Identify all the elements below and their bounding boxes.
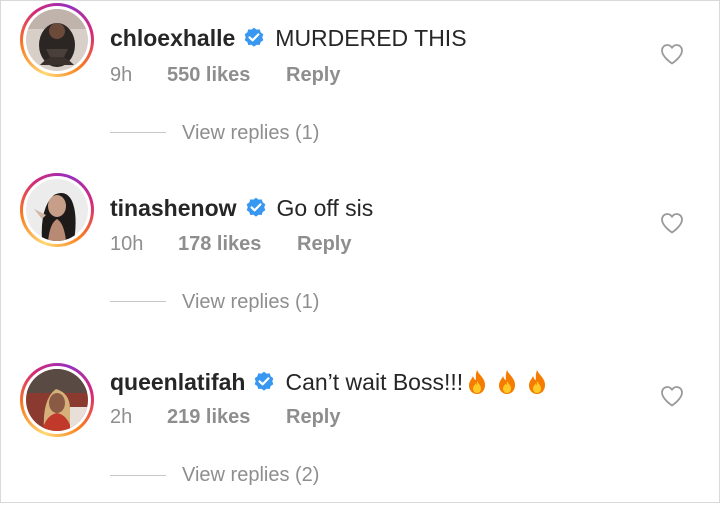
username-link[interactable]: tinashenow bbox=[110, 194, 237, 222]
reply-button[interactable]: Reply bbox=[286, 63, 340, 87]
fire-emoji-icon bbox=[525, 369, 549, 395]
view-replies-divider bbox=[110, 301, 166, 302]
view-replies-button[interactable]: View replies (2) bbox=[182, 463, 319, 487]
likes-count[interactable]: 550 likes bbox=[167, 63, 286, 87]
avatar-photo bbox=[26, 179, 88, 241]
view-replies-button[interactable]: View replies (1) bbox=[182, 121, 319, 145]
comment-text: Can’t wait Boss!!! bbox=[285, 369, 464, 395]
reply-button[interactable]: Reply bbox=[286, 405, 340, 429]
comment-meta: 10h 178 likes Reply bbox=[110, 232, 351, 256]
avatar-photo bbox=[26, 9, 88, 71]
view-replies-divider bbox=[110, 132, 166, 133]
username-link[interactable]: queenlatifah bbox=[110, 368, 245, 396]
comment-time: 2h bbox=[110, 406, 133, 428]
username-link[interactable]: chloexhalle bbox=[110, 24, 235, 52]
comment-line: queenlatifah Can’t wait Boss!!! bbox=[110, 368, 555, 396]
avatar[interactable] bbox=[20, 173, 94, 247]
comment-text: MURDERED THIS bbox=[275, 25, 467, 51]
comment-item: tinashenow Go off sis 10h 178 likes Reply … bbox=[0, 170, 720, 340]
comment-item: queenlatifah Can’t wait Boss!!! 2h 219 l… bbox=[0, 340, 720, 510]
comment-meta: 9h 550 likes Reply bbox=[110, 63, 340, 87]
comment-meta: 2h 219 likes Reply bbox=[110, 405, 340, 429]
heart-outline-icon[interactable] bbox=[660, 212, 684, 234]
fire-emoji-icon bbox=[495, 369, 519, 395]
comment-time: 9h bbox=[110, 64, 133, 86]
fire-emoji-icon bbox=[465, 369, 489, 395]
comment-text: Go off sis bbox=[276, 195, 374, 221]
fire-emoji-group bbox=[465, 369, 555, 395]
likes-count[interactable]: 178 likes bbox=[178, 232, 297, 256]
avatar[interactable] bbox=[20, 363, 94, 437]
view-replies-button[interactable]: View replies (1) bbox=[182, 290, 319, 314]
comment-time: 10h bbox=[110, 233, 144, 255]
avatar-photo bbox=[26, 369, 88, 431]
comment-line: tinashenow Go off sis bbox=[110, 194, 373, 222]
comment-item: chloexhalle MURDERED THIS 9h 550 likes Rep… bbox=[0, 0, 720, 170]
heart-outline-icon[interactable] bbox=[660, 43, 684, 65]
likes-count[interactable]: 219 likes bbox=[167, 405, 286, 429]
comment-line: chloexhalle MURDERED THIS bbox=[110, 24, 467, 52]
avatar[interactable] bbox=[20, 3, 94, 77]
reply-button[interactable]: Reply bbox=[297, 232, 351, 256]
verified-badge-icon bbox=[243, 27, 265, 49]
verified-badge-icon bbox=[245, 197, 267, 219]
view-replies-divider bbox=[110, 475, 166, 476]
verified-badge-icon bbox=[253, 371, 275, 393]
heart-outline-icon[interactable] bbox=[660, 385, 684, 407]
